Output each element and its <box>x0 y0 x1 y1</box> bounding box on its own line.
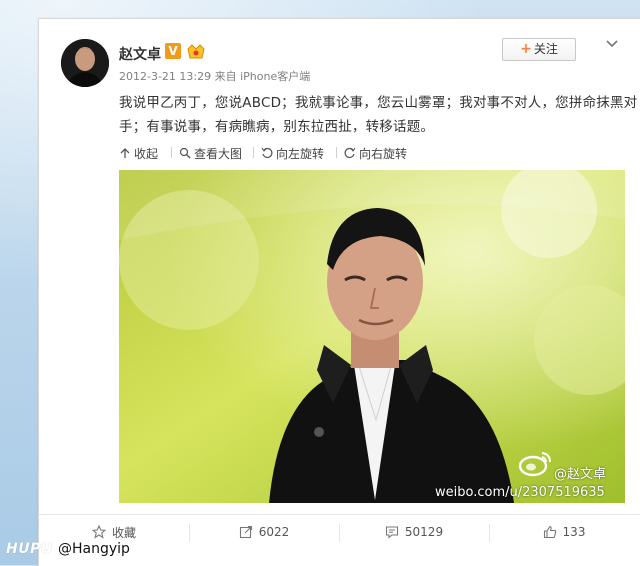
divider <box>336 147 337 158</box>
follow-button[interactable]: + 关注 <box>502 38 576 61</box>
follow-label: 关注 <box>533 42 558 56</box>
repost-icon <box>239 525 252 539</box>
comment-icon <box>385 526 398 539</box>
collapse-button[interactable]: 收起 <box>119 144 158 162</box>
handle-watermark: @Hangyip <box>58 541 130 557</box>
rotate-left-label: 向左旋转 <box>276 146 325 161</box>
avatar[interactable] <box>61 39 109 87</box>
favorite-label: 收藏 <box>111 525 136 540</box>
zoom-icon <box>179 147 191 159</box>
vip-icon <box>187 44 205 59</box>
comment-button[interactable]: 50129 <box>339 515 489 549</box>
collapse-icon <box>120 148 130 158</box>
weibo-post-card: 赵文卓 V 2012-3-21 13:29 来自 iPhone客户端 + 关注 我… <box>38 18 640 566</box>
view-large-button[interactable]: 查看大图 <box>179 144 242 162</box>
rotate-left-button[interactable]: 向左旋转 <box>261 144 324 162</box>
rotate-left-icon <box>261 147 273 158</box>
watermark-url: weibo.com/u/2307519635 <box>435 485 605 500</box>
rotate-right-label: 向右旋转 <box>359 146 408 161</box>
plus-icon: + <box>520 41 532 57</box>
collapse-label: 收起 <box>134 146 159 161</box>
post-content: 我说甲乙丙丁，您说ABCD；我就事论事，您云山雾罩；我对事不对人，您拼命抹黑对手… <box>119 95 638 135</box>
comment-count: 50129 <box>404 525 444 539</box>
like-count: 133 <box>562 525 586 539</box>
watermark-user: @赵文卓 <box>554 467 607 482</box>
view-large-label: 查看大图 <box>194 146 243 161</box>
chevron-down-icon[interactable] <box>605 37 619 51</box>
rotate-right-icon <box>344 147 356 158</box>
like-button[interactable]: 133 <box>489 515 639 549</box>
repost-count: 6022 <box>258 525 290 539</box>
star-icon <box>91 525 106 539</box>
brand-watermark: HUPU <box>6 541 53 557</box>
repost-button[interactable]: 6022 <box>189 515 339 549</box>
post-timestamp-source[interactable]: 2012-3-21 13:29 来自 iPhone客户端 <box>119 68 310 84</box>
rotate-right-button[interactable]: 向右旋转 <box>344 144 407 162</box>
divider <box>253 147 254 158</box>
divider <box>171 147 172 158</box>
thumbs-up-icon <box>543 525 556 539</box>
username[interactable]: 赵文卓 <box>119 44 161 64</box>
v-verified-icon: V <box>165 43 181 59</box>
weibo-logo-icon <box>518 452 551 477</box>
